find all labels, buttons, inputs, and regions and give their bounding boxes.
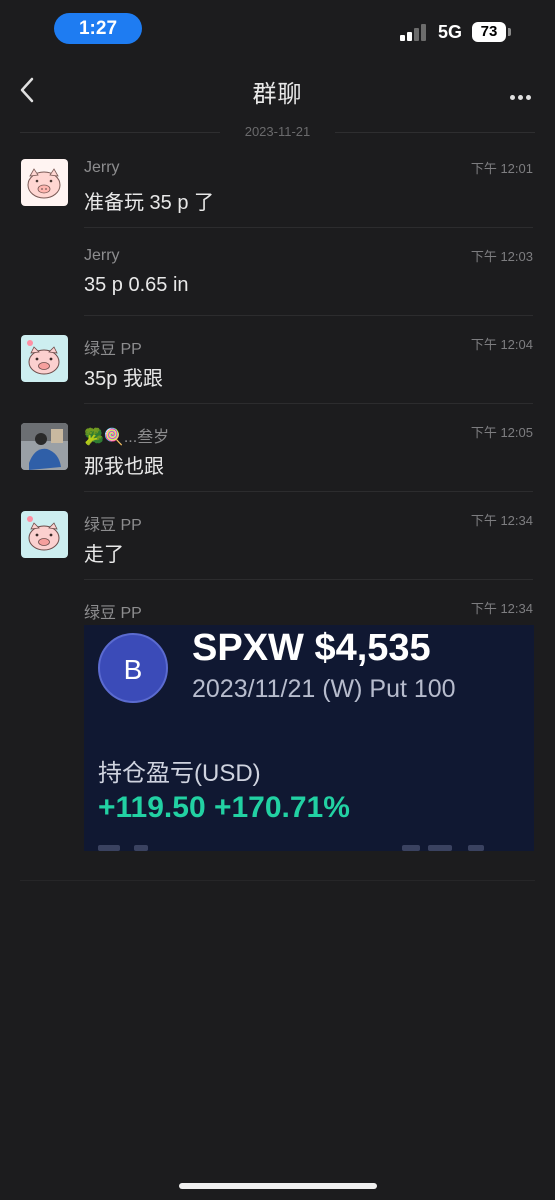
message-time: 下午 12:34: [470, 601, 533, 616]
date-separator: 2023-11-21: [20, 120, 535, 144]
image-message-screenshot[interactable]: B SPXW $4,535 2023/11/21 (W) Put 100 持仓盈…: [84, 625, 534, 851]
avatar[interactable]: [21, 423, 68, 470]
message-text[interactable]: 35 p 0.65 in: [84, 274, 189, 297]
sender-name[interactable]: 绿豆 PP: [84, 599, 142, 623]
status-time[interactable]: 1:27: [54, 13, 142, 44]
message-time: 下午 12:01: [470, 161, 533, 176]
sender-name[interactable]: Jerry: [84, 159, 120, 177]
message-time: 下午 12:04: [470, 337, 533, 352]
date-separator-text: 2023-11-21: [244, 124, 311, 139]
message-divider: [84, 579, 533, 580]
pnl-label: 持仓盈亏(USD): [98, 760, 261, 787]
cellular-signal-icon: [400, 23, 430, 41]
message-divider: [84, 315, 533, 316]
sender-name[interactable]: 绿豆 PP: [84, 511, 142, 535]
avatar[interactable]: [21, 511, 68, 558]
message-time: 下午 12:05: [470, 425, 533, 440]
status-bar: 1:27 5G 73: [0, 0, 555, 60]
message-text[interactable]: 走了: [84, 538, 124, 567]
more-options-icon[interactable]: [507, 87, 531, 105]
pig-cartoon-icon: [27, 340, 60, 375]
user-photo-icon: [21, 423, 68, 470]
message-divider: [84, 403, 533, 404]
network-type: 5G: [438, 22, 463, 42]
message-time: 下午 12:03: [470, 249, 533, 264]
battery-icon: 73: [472, 22, 506, 42]
chat-bottom-divider: [20, 880, 535, 881]
broker-logo: B: [98, 633, 168, 703]
message-divider: [84, 227, 533, 228]
avatar[interactable]: [21, 159, 68, 206]
pnl-value: +119.50 +170.71%: [98, 791, 350, 824]
avatar[interactable]: [21, 335, 68, 382]
message-text[interactable]: 那我也跟: [84, 450, 164, 479]
message-text[interactable]: 准备玩 35 p 了: [84, 186, 214, 215]
option-symbol-price: SPXW $4,535: [192, 627, 431, 669]
home-indicator[interactable]: [179, 1183, 377, 1189]
pig-cartoon-icon: [27, 516, 60, 551]
nav-bar: 群聊: [0, 60, 555, 120]
sender-name[interactable]: Jerry: [84, 247, 120, 265]
message-time: 下午 12:34: [470, 513, 533, 528]
chat-title: 群聊: [252, 81, 303, 108]
battery-tip: [508, 28, 511, 36]
option-contract-details: 2023/11/21 (W) Put 100: [192, 675, 456, 703]
cropped-text-fragment: [84, 843, 534, 851]
message-divider: [84, 491, 533, 492]
sender-name[interactable]: 绿豆 PP: [84, 335, 142, 359]
sender-name[interactable]: 🥦🍭...叁岁: [84, 423, 169, 447]
message-text[interactable]: 35p 我跟: [84, 362, 163, 391]
pig-sticker-icon: [27, 168, 61, 199]
